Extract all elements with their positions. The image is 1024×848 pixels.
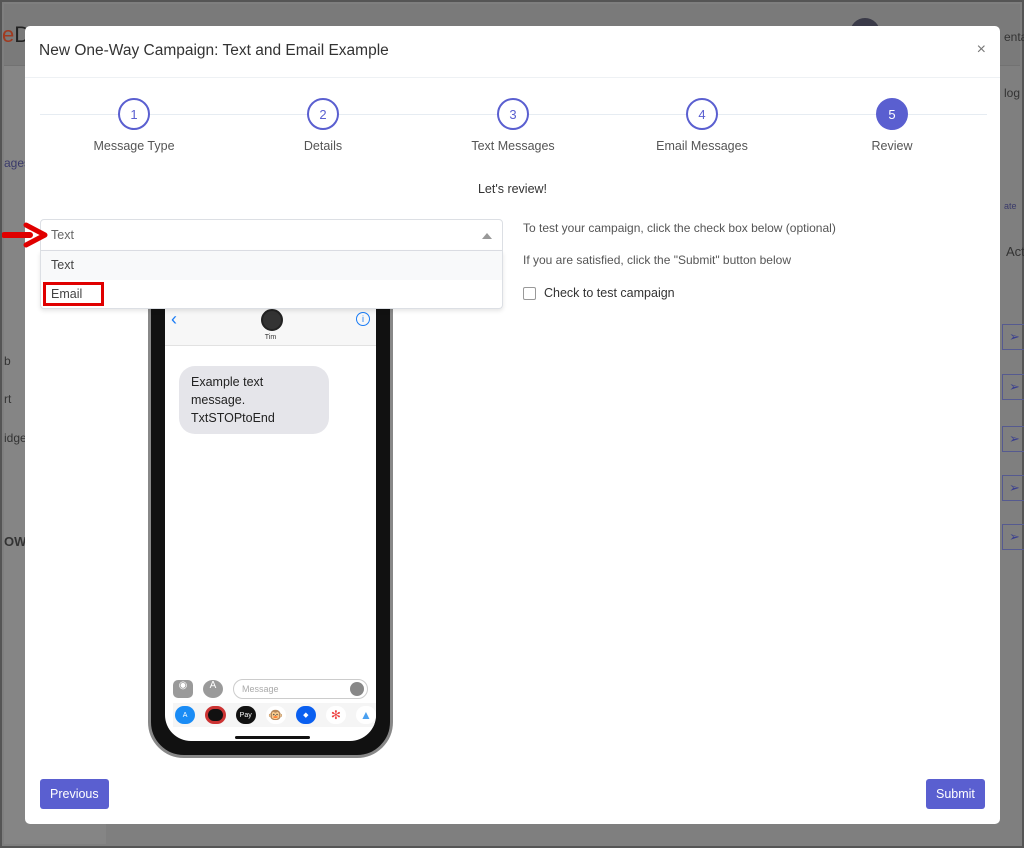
app-store-icon: A — [203, 680, 223, 698]
send-icon: ➢ — [1002, 475, 1024, 501]
photos-icon: ✻ — [325, 706, 346, 724]
submit-button[interactable]: Submit — [926, 779, 985, 809]
step-email-messages[interactable]: 4 Email Messages — [632, 98, 772, 153]
message-type-select[interactable]: Text — [40, 219, 503, 251]
option-email[interactable]: Email — [41, 280, 502, 309]
header-user-text: enta — [1004, 30, 1024, 44]
activity-icon — [205, 706, 226, 724]
checkbox-label: Check to test campaign — [544, 286, 675, 300]
review-heading: Let's review! — [477, 182, 548, 196]
sidebar-item: idge — [4, 431, 27, 445]
caret-up-icon — [482, 233, 492, 239]
step-review[interactable]: 5 Review — [822, 98, 962, 153]
app-drawer: A Pay 🐵 ◆ ✻ ▲ — [173, 703, 376, 727]
send-icon: ➢ — [1002, 374, 1024, 400]
dropbox-icon: ◆ — [295, 706, 316, 724]
select-dropdown: Text Email — [40, 251, 503, 309]
step-message-type[interactable]: 1 Message Type — [64, 98, 204, 153]
camera-icon: ◉ — [173, 680, 193, 698]
create-button-fragment: ate — [1004, 201, 1017, 211]
step-label: Text Messages — [471, 139, 555, 153]
animoji-icon: 🐵 — [265, 706, 286, 724]
sidebar-item: b — [4, 354, 11, 368]
step-label: Email Messages — [656, 139, 748, 153]
header-divider — [25, 77, 1000, 78]
home-indicator — [235, 736, 310, 739]
apple-pay-icon: Pay — [235, 706, 256, 724]
sidebar-item: rt — [4, 392, 12, 406]
send-icon: ➢ — [1002, 426, 1024, 452]
app-icon: ▲ — [355, 706, 376, 724]
campaign-modal: New One-Way Campaign: Text and Email Exa… — [25, 26, 1000, 824]
log-text: log — [1004, 86, 1021, 100]
modal-title: New One-Way Campaign: Text and Email Exa… — [39, 42, 389, 59]
step-label: Message Type — [93, 139, 175, 153]
microphone-icon — [350, 682, 364, 696]
contact-avatar — [261, 309, 283, 331]
test-instruction: To test your campaign, click the check b… — [523, 221, 836, 235]
message-bubble: Example text message. TxtSTOPtoEnd — [179, 366, 329, 434]
step-label: Review — [871, 139, 913, 153]
send-icon: ➢ — [1002, 324, 1024, 350]
sidebar-heading: OW — [4, 534, 27, 549]
message-input: Message — [233, 679, 368, 699]
contact-name: Tim — [264, 334, 277, 341]
step-number: 5 — [876, 98, 908, 130]
test-campaign-checkbox[interactable]: Check to test campaign — [523, 286, 675, 300]
step-number: 2 — [307, 98, 339, 130]
step-number: 4 — [686, 98, 718, 130]
highlight-box-annotation — [43, 282, 104, 306]
submit-instruction: If you are satisfied, click the "Submit"… — [523, 253, 791, 267]
phone-screen: ‹ Tim i Example text message. TxtSTOPtoE… — [165, 279, 376, 741]
send-icon: ➢ — [1002, 524, 1024, 550]
close-icon[interactable]: × — [977, 41, 986, 59]
step-text-messages[interactable]: 3 Text Messages — [443, 98, 583, 153]
back-chevron-icon: ‹ — [171, 309, 177, 329]
step-number: 3 — [497, 98, 529, 130]
step-details[interactable]: 2 Details — [253, 98, 393, 153]
step-number: 1 — [118, 98, 150, 130]
phone-preview: ‹ Tim i Example text message. TxtSTOPtoE… — [148, 276, 393, 758]
message-input-bar: ◉ A Message — [173, 679, 368, 699]
previous-button[interactable]: Previous — [40, 779, 109, 809]
step-label: Details — [303, 139, 343, 153]
checkbox[interactable] — [523, 286, 536, 300]
actions-header: Act — [1006, 244, 1024, 259]
red-arrow-annotation — [2, 222, 48, 248]
info-icon: i — [356, 312, 370, 326]
option-text[interactable]: Text — [41, 251, 502, 280]
app-store-icon: A — [175, 706, 196, 724]
